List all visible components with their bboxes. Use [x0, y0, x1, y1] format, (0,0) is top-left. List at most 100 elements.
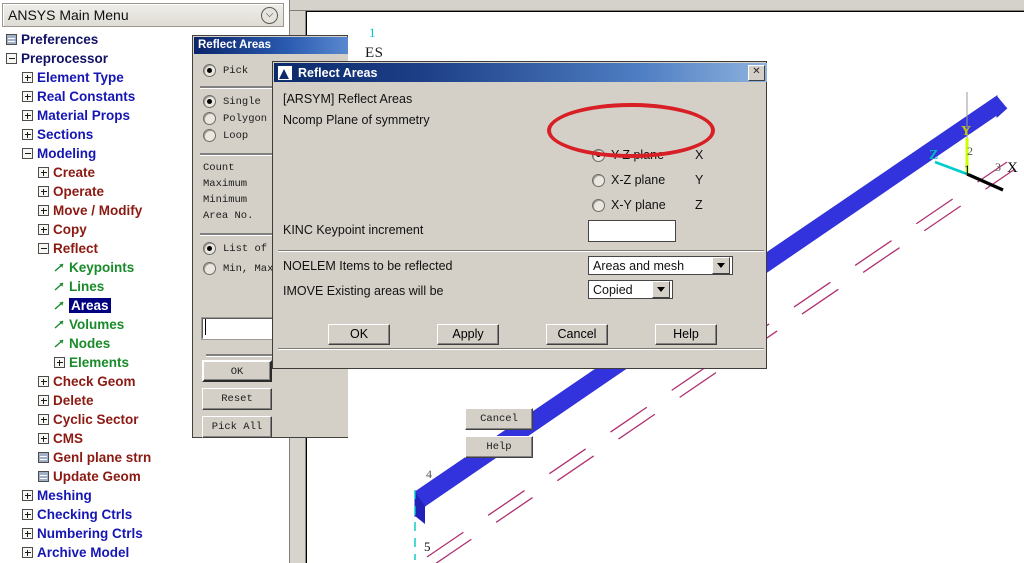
arrow-icon[interactable] — [54, 300, 65, 311]
keypoint-label-2: 2 — [967, 144, 973, 158]
radio-xy-plane[interactable] — [592, 198, 605, 212]
noelem-label: NOELEM Items to be reflected — [283, 259, 453, 273]
plane-yz-axis: X — [695, 148, 704, 162]
reflect-dialog-title: Reflect Areas — [298, 65, 378, 80]
reflect-help-button[interactable]: Help — [655, 324, 717, 345]
chevron-down-icon-2[interactable] — [652, 281, 670, 298]
tree-item-label: Numbering Ctrls — [37, 526, 143, 541]
expand-plus-icon[interactable] — [38, 186, 49, 197]
pick-dialog-titlebar: Reflect Areas — [194, 37, 348, 54]
radio-pick[interactable] — [203, 64, 216, 77]
plane-yz-name: Y-Z plane — [611, 148, 665, 162]
axis-label-z: Z — [929, 148, 939, 163]
expand-plus-icon[interactable] — [38, 414, 49, 425]
tree-item-genl-plane-strn[interactable]: Genl plane strn — [2, 448, 282, 467]
radio-yz-plane[interactable] — [592, 148, 605, 162]
tree-item-label: Elements — [69, 355, 130, 370]
tree-item-label: Operate — [53, 184, 105, 199]
radio-xz-plane[interactable] — [592, 173, 605, 187]
kinc-input[interactable] — [588, 220, 676, 242]
expand-plus-icon[interactable] — [22, 110, 33, 121]
radio-polygon[interactable] — [203, 112, 216, 125]
pick-cancel-button[interactable]: Cancel — [465, 408, 533, 430]
radio-single-label: Single — [223, 95, 261, 108]
plane-option-xy[interactable]: X-Y plane Z — [592, 198, 703, 212]
close-icon[interactable]: ✕ — [748, 64, 765, 81]
expand-plus-icon[interactable] — [22, 129, 33, 140]
arrow-icon[interactable] — [54, 281, 65, 292]
keypoint-label-3: 3 — [995, 160, 1001, 174]
grid-icon[interactable] — [38, 452, 49, 463]
stat-count-label: Count — [203, 162, 235, 174]
expand-plus-icon[interactable] — [54, 357, 65, 368]
radio-list-of[interactable] — [203, 242, 216, 255]
tree-item-label: Areas — [69, 298, 111, 313]
reflect-ok-button[interactable]: OK — [328, 324, 390, 345]
arsym-command-label: [ARSYM] Reflect Areas — [283, 92, 413, 106]
tree-item-checking-ctrls[interactable]: Checking Ctrls — [2, 505, 282, 524]
tree-item-label: Cyclic Sector — [53, 412, 139, 427]
keypoint-label-4: 4 — [426, 467, 432, 481]
expand-plus-icon[interactable] — [22, 91, 33, 102]
tree-item-label: Preferences — [21, 32, 99, 47]
svg-text:1: 1 — [369, 25, 376, 40]
pick-reset-button[interactable]: Reset — [202, 388, 272, 410]
expand-plus-icon[interactable] — [38, 167, 49, 178]
tree-item-label: Modeling — [37, 146, 97, 161]
collapse-circle-icon[interactable]: ⌵ — [261, 6, 278, 24]
tree-item-label: Check Geom — [53, 374, 136, 389]
ncomp-label: Ncomp Plane of symmetry — [283, 113, 430, 127]
collapse-minus-icon[interactable] — [6, 53, 17, 64]
stat-maximum-label: Maximum — [203, 178, 248, 190]
imove-label: IMOVE Existing areas will be — [283, 284, 444, 298]
arrow-icon[interactable] — [54, 338, 65, 349]
radio-loop[interactable] — [203, 129, 216, 142]
expand-plus-icon[interactable] — [22, 528, 33, 539]
arrow-icon[interactable] — [54, 262, 65, 273]
expand-plus-icon[interactable] — [38, 224, 49, 235]
reflect-apply-button[interactable]: Apply — [437, 324, 499, 345]
tree-item-update-geom[interactable]: Update Geom — [2, 467, 282, 486]
axis-label-y: Y — [961, 124, 972, 139]
noelem-dropdown[interactable]: Areas and mesh — [588, 256, 733, 275]
axis-label-x: X — [1007, 160, 1018, 176]
collapse-minus-icon[interactable] — [38, 243, 49, 254]
grid-icon[interactable] — [6, 34, 17, 45]
tree-item-label: Move / Modify — [53, 203, 143, 218]
tree-item-meshing[interactable]: Meshing — [2, 486, 282, 505]
tree-item-numbering-ctrls[interactable]: Numbering Ctrls — [2, 524, 282, 543]
tree-item-label: Create — [53, 165, 96, 180]
tree-item-label: Checking Ctrls — [37, 507, 133, 522]
imove-dropdown[interactable]: Copied — [588, 280, 673, 299]
arrow-icon[interactable] — [54, 319, 65, 330]
tree-item-label: Reflect — [53, 241, 99, 256]
noelem-value: Areas and mesh — [593, 258, 685, 273]
expand-plus-icon[interactable] — [22, 547, 33, 558]
tree-item-label: Genl plane strn — [53, 450, 152, 465]
radio-single[interactable] — [203, 95, 216, 108]
grid-icon[interactable] — [38, 471, 49, 482]
expand-plus-icon[interactable] — [38, 376, 49, 387]
expand-plus-icon[interactable] — [22, 490, 33, 501]
reflect-cancel-button[interactable]: Cancel — [546, 324, 608, 345]
expand-plus-icon[interactable] — [38, 395, 49, 406]
plane-option-xz[interactable]: X-Z plane Y — [592, 173, 703, 187]
chevron-down-icon[interactable] — [712, 257, 730, 274]
reflect-dialog-titlebar[interactable]: Reflect Areas ✕ — [274, 63, 767, 82]
expand-plus-icon[interactable] — [38, 205, 49, 216]
radio-pick-label: Pick — [223, 64, 249, 77]
tree-item-label: Nodes — [69, 336, 111, 351]
collapse-minus-icon[interactable] — [22, 148, 33, 159]
tree-item-archive-model[interactable]: Archive Model — [2, 543, 282, 562]
pick-pick-all-button[interactable]: Pick All — [202, 416, 272, 438]
radio-min-max[interactable] — [203, 262, 216, 275]
radio-list-of-label: List of — [223, 242, 268, 255]
expand-plus-icon[interactable] — [22, 509, 33, 520]
pick-help-button[interactable]: Help — [465, 436, 533, 458]
expand-plus-icon[interactable] — [22, 72, 33, 83]
kinc-label: KINC Keypoint increment — [283, 223, 424, 237]
plane-option-yz[interactable]: Y-Z plane X — [592, 148, 703, 162]
pick-ok-button[interactable]: OK — [202, 360, 272, 382]
expand-plus-icon[interactable] — [38, 433, 49, 444]
tree-item-label: Copy — [53, 222, 87, 237]
